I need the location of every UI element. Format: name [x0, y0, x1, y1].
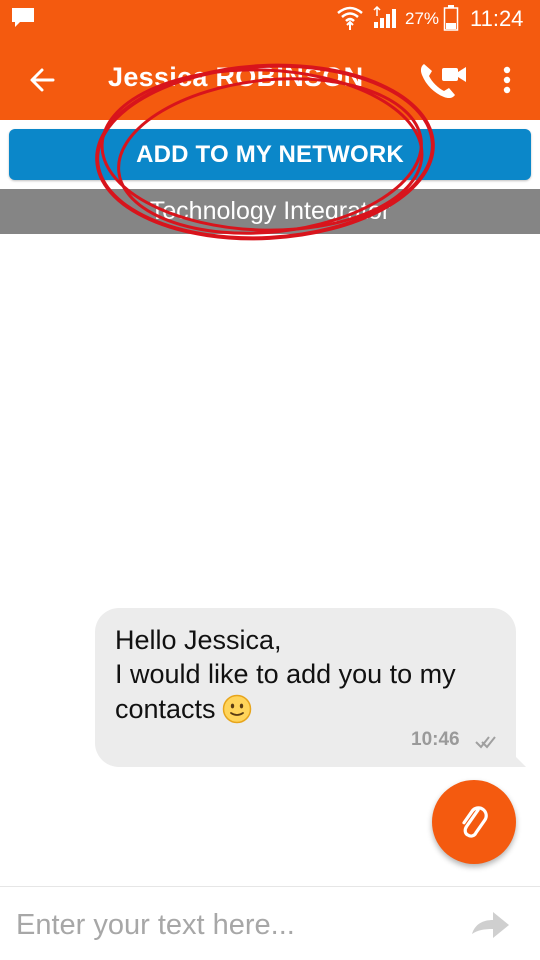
back-arrow-icon [30, 68, 55, 92]
notification-icon [12, 8, 34, 27]
slight-smile-emoji [222, 694, 251, 724]
delivered-ticks-icon [475, 736, 496, 749]
more-vert-icon [503, 66, 511, 94]
message-text-word: contacts [115, 694, 216, 724]
battery-icon [443, 5, 459, 31]
message-input[interactable] [16, 903, 446, 947]
message-bubble[interactable]: Hello Jessica, I would like to add you t… [95, 608, 516, 767]
contact-role: Technology Integrator [0, 189, 540, 234]
send-icon [472, 912, 509, 938]
attachment-icon [462, 806, 488, 838]
message-text-line: contacts [115, 694, 252, 725]
video-call-icon [420, 64, 466, 99]
signal-icon [373, 6, 396, 28]
message-time: 10:46 [411, 729, 460, 750]
more-options-button[interactable] [490, 58, 524, 102]
message-text-line: I would like to add you to my [115, 659, 456, 689]
status-bar: 27% 11:24 [0, 0, 540, 38]
app-bar: Jessica ROBINSON [0, 38, 540, 120]
clock: 11:24 [470, 6, 524, 31]
send-button[interactable] [466, 905, 514, 945]
battery-percent: 27% [405, 9, 440, 28]
wifi-icon [337, 6, 363, 30]
add-to-network-button[interactable]: ADD TO MY NETWORK [9, 129, 531, 180]
attachment-button[interactable] [432, 780, 516, 864]
message-text-line: Hello Jessica, [115, 625, 282, 655]
back-button[interactable] [20, 58, 64, 102]
contact-name: Jessica ROBINSON [108, 62, 364, 92]
message-composer [0, 886, 540, 960]
bubble-tail [510, 751, 526, 767]
video-call-button[interactable] [416, 56, 472, 104]
